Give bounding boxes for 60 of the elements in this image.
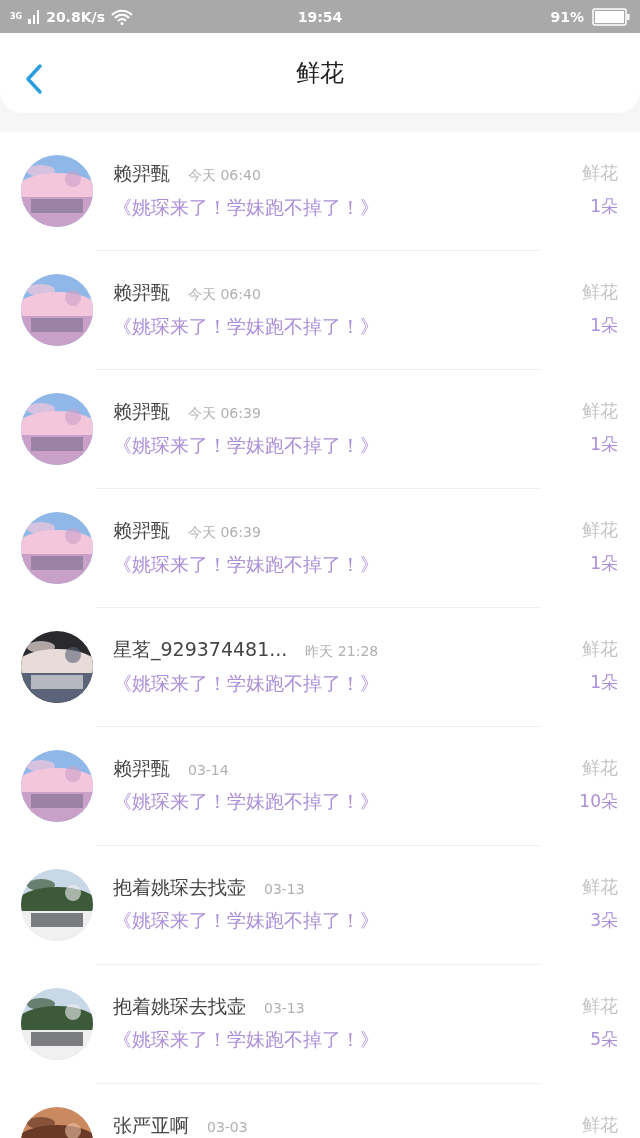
- page-title: 鲜花: [296, 58, 344, 89]
- message-text: 《姚琛来了！学妹跑不掉了！》: [113, 314, 380, 339]
- user-name: 张严亚啊: [113, 1115, 189, 1136]
- gift-count: 1朵: [590, 313, 618, 337]
- user-name: 星茗_929374481...: [113, 639, 288, 660]
- message-text: 《姚琛来了！学妹跑不掉了！》: [113, 195, 380, 220]
- gift-count: 1朵: [590, 432, 618, 456]
- timestamp: 今天 06:40: [188, 167, 261, 185]
- user-name: 赖羿甄: [113, 401, 170, 422]
- message-text: 《姚琛来了！学妹跑不掉了！》: [113, 671, 380, 696]
- message-text: 《姚琛来了！学妹跑不掉了！》: [113, 552, 380, 577]
- timestamp: 今天 06:39: [188, 524, 261, 542]
- gift-label: 鲜花: [582, 163, 618, 183]
- user-name: 抱着姚琛去找壶: [113, 877, 246, 898]
- list-item[interactable]: 赖羿甄 今天 06:39 《姚琛来了！学妹跑不掉了！》 鲜花 1朵: [0, 489, 640, 608]
- timestamp: 03-14: [188, 762, 229, 778]
- gift-count: 5朵: [590, 1027, 618, 1051]
- list-item[interactable]: 赖羿甄 今天 06:39 《姚琛来了！学妹跑不掉了！》 鲜花 1朵: [0, 370, 640, 489]
- clock: 19:54: [297, 8, 343, 25]
- battery-percent: 91%: [550, 8, 584, 25]
- message-text: 《姚琛来了！学妹跑不掉了！》: [113, 433, 380, 458]
- list-item[interactable]: 赖羿甄 今天 06:40 《姚琛来了！学妹跑不掉了！》 鲜花 1朵: [0, 251, 640, 370]
- gift-label: 鲜花: [582, 401, 618, 421]
- network-speed: 20.8K/s: [46, 8, 105, 25]
- user-name: 赖羿甄: [113, 520, 170, 541]
- wifi-icon: [111, 8, 133, 25]
- timestamp: 03-13: [264, 881, 305, 897]
- gift-count: 1朵: [590, 551, 618, 575]
- timestamp: 03-13: [264, 1000, 305, 1016]
- gift-label: 鲜花: [582, 520, 618, 540]
- user-name: 赖羿甄: [113, 758, 170, 779]
- gift-count: 1朵: [590, 194, 618, 218]
- gift-label: 鲜花: [582, 758, 618, 778]
- message-text: 《姚琛来了！学妹跑不掉了！》: [113, 907, 380, 933]
- list-item[interactable]: 抱着姚琛去找壶 03-13 《姚琛来了！学妹跑不掉了！》 鲜花 3朵: [0, 846, 640, 965]
- gift-label: 鲜花: [582, 877, 618, 897]
- list-item[interactable]: 赖羿甄 今天 06:40 《姚琛来了！学妹跑不掉了！》 鲜花 1朵: [0, 132, 640, 251]
- list-item[interactable]: 星茗_929374481... 昨天 21:28 《姚琛来了！学妹跑不掉了！》 鲜花 1朵: [0, 608, 640, 727]
- gift-label: 鲜花: [582, 996, 618, 1016]
- back-icon[interactable]: [24, 63, 44, 95]
- gift-label: 鲜花: [582, 1115, 618, 1135]
- message-text: 《姚琛来了！学妹跑不掉了！》: [113, 1026, 380, 1052]
- list-item[interactable]: 抱着姚琛去找壶 03-13 《姚琛来了！学妹跑不掉了！》 鲜花 5朵: [0, 965, 640, 1084]
- message-text: 《姚琛来了！学妹跑不掉了！》: [113, 788, 380, 814]
- timestamp: 03-03: [207, 1119, 248, 1135]
- list-item[interactable]: 赖羿甄 03-14 《姚琛来了！学妹跑不掉了！》 鲜花 10朵: [0, 727, 640, 846]
- gift-label: 鲜花: [582, 282, 618, 302]
- timestamp: 昨天 21:28: [305, 643, 379, 661]
- gift-count: 1朵: [590, 670, 618, 694]
- battery-icon: [592, 7, 630, 26]
- gift-count: 3朵: [590, 908, 618, 932]
- gift-label: 鲜花: [582, 639, 618, 659]
- user-name: 赖羿甄: [113, 163, 170, 184]
- signal-icon: [28, 9, 41, 24]
- timestamp: 今天 06:40: [188, 286, 261, 304]
- user-name: 赖羿甄: [113, 282, 170, 303]
- user-name: 抱着姚琛去找壶: [113, 996, 246, 1017]
- network-type: 3G: [10, 12, 23, 21]
- timestamp: 今天 06:39: [188, 405, 261, 423]
- gift-count: 10朵: [579, 789, 618, 813]
